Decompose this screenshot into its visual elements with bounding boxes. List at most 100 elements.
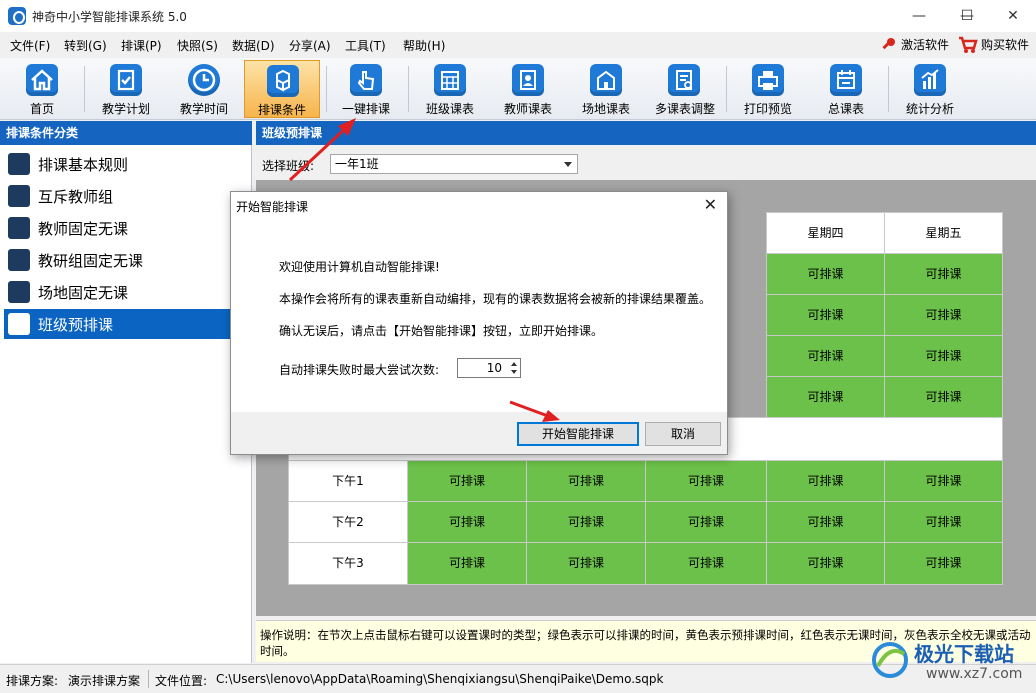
home-icon <box>26 64 58 96</box>
toolbar-multi-adjust-button[interactable]: 多课表调整 <box>646 60 724 118</box>
toolbar-class-schedule-button[interactable]: 班级课表 <box>412 60 488 118</box>
menu-data[interactable]: 数据(D) <box>232 37 275 54</box>
schedule-icon <box>830 64 862 96</box>
slot-cell[interactable]: 可排课 <box>766 501 885 543</box>
toolbar-venue-schedule-button[interactable]: 场地课表 <box>568 60 644 118</box>
building-icon <box>590 64 622 96</box>
watermark-url: www.xz7.com <box>926 666 1023 682</box>
slot-cell[interactable]: 可排课 <box>526 460 646 502</box>
app-logo-icon <box>8 7 26 25</box>
slot-cell[interactable]: 可排课 <box>884 501 1003 543</box>
title-bar: 神奇中小学智能排课系统 5.0 — <box>0 0 1036 32</box>
slot-cell[interactable]: 可排课 <box>766 376 885 418</box>
dialog-body: 欢迎使用计算机自动智能排课! 本操作会将所有的课表重新自动编排，现有的课表数据将… <box>231 218 727 412</box>
condition-category-list: 排课基本规则 互斥教师组 教师固定无课 教研组固定无课 场地固定无课 班级预排课 <box>0 145 252 663</box>
dialog-welcome-text: 欢迎使用计算机自动智能排课! <box>279 260 440 274</box>
menu-bar: 文件(F) 转到(G) 排课(P) 快照(S) 数据(D) 分享(A) 工具(T… <box>0 32 1036 58</box>
slot-cell[interactable]: 可排课 <box>526 542 646 585</box>
calendar-grid-icon <box>434 64 466 96</box>
day-header-thu: 星期四 <box>766 212 885 254</box>
venue-icon <box>8 281 30 303</box>
teacher-card-icon <box>512 64 544 96</box>
category-exclusive-teachers[interactable]: 互斥教师组 <box>4 181 250 211</box>
toolbar-print-preview-button[interactable]: 打印预览 <box>730 60 806 118</box>
slot-cell[interactable]: 可排课 <box>645 501 767 543</box>
toolbar-teacher-schedule-button[interactable]: 教师课表 <box>490 60 566 118</box>
window-title: 神奇中小学智能排课系统 5.0 <box>32 10 187 24</box>
slot-cell[interactable]: 可排课 <box>884 460 1003 502</box>
minimize-button-2[interactable]: — <box>896 0 942 32</box>
menu-file[interactable]: 文件(F) <box>10 37 50 54</box>
left-panel-header: 排课条件分类 <box>0 121 252 145</box>
class-select[interactable]: 一年1班 <box>330 154 578 174</box>
spin-up-icon[interactable] <box>511 362 517 366</box>
menu-goto[interactable]: 转到(G) <box>64 37 107 54</box>
menu-help[interactable]: 帮助(H) <box>403 37 445 54</box>
slot-cell[interactable]: 可排课 <box>884 542 1003 585</box>
chevron-down-icon <box>564 162 572 167</box>
cancel-button[interactable]: 取消 <box>645 422 721 446</box>
red-arrow-annotation <box>288 118 356 182</box>
slot-cell[interactable]: 可排课 <box>766 294 885 336</box>
auto-schedule-dialog: 开始智能排课 ✕ 欢迎使用计算机自动智能排课! 本操作会将所有的课表重新自动编排… <box>230 191 728 455</box>
retry-count-label: 自动排课失败时最大尝试次数: <box>279 363 440 377</box>
cube-icon <box>8 249 30 271</box>
category-class-preschedule[interactable]: 班级预排课 <box>4 309 250 339</box>
dialog-close-button[interactable]: ✕ <box>704 195 717 214</box>
slot-cell[interactable]: 可排课 <box>645 542 767 585</box>
slot-cell[interactable]: 可排课 <box>766 335 885 377</box>
slot-cell[interactable]: 可排课 <box>884 335 1003 377</box>
exclusive-teachers-icon <box>8 185 30 207</box>
bar-chart-icon <box>914 64 946 96</box>
slot-cell[interactable]: 可排课 <box>766 542 885 585</box>
day-header-fri: 星期五 <box>884 212 1003 254</box>
toolbar: 首页 教学计划 教学时间 排课条件 一键排课 班级课表 教师课表 场地课表 多课… <box>0 58 1036 120</box>
right-panel-header: 班级预排课 <box>256 121 1036 145</box>
app-window: 神奇中小学智能排课系统 5.0 — — ☐ ✕ 文件(F) 转到(G) 排课(P… <box>0 0 1036 693</box>
close-window-button[interactable]: ✕ <box>990 0 1036 32</box>
category-teacher-fixed-off[interactable]: 教师固定无课 <box>4 213 250 243</box>
slot-cell[interactable]: 可排课 <box>884 376 1003 418</box>
plan-label: 排课方案: <box>6 674 59 688</box>
toolbar-auto-schedule-button[interactable]: 一键排课 <box>328 60 404 118</box>
slot-cell[interactable]: 可排课 <box>884 294 1003 336</box>
spin-down-icon[interactable] <box>511 370 517 374</box>
maximize-button[interactable]: ☐ <box>944 0 990 32</box>
pointer-hand-icon <box>350 64 382 96</box>
toolbar-conditions-button[interactable]: 排课条件 <box>244 60 320 118</box>
slot-cell[interactable]: 可排课 <box>884 253 1003 295</box>
slot-cell[interactable]: 可排课 <box>766 253 885 295</box>
retry-count-spinner[interactable]: 10 <box>457 358 521 378</box>
slot-cell[interactable]: 可排课 <box>407 542 527 585</box>
toolbar-teaching-plan-button[interactable]: 教学计划 <box>88 60 164 118</box>
slot-cell[interactable]: 可排课 <box>766 460 885 502</box>
slot-cell[interactable]: 可排课 <box>526 501 646 543</box>
dialog-instruction-text: 确认无误后，请点击【开始智能排课】按钮，立即开始排课。 <box>279 324 604 338</box>
toolbar-teaching-time-button[interactable]: 教学时间 <box>166 60 242 118</box>
printer-icon <box>752 64 784 96</box>
toolbar-master-schedule-button[interactable]: 总课表 <box>808 60 884 118</box>
cubes-icon <box>267 65 299 97</box>
file-location-value: C:\Users\lenovo\AppData\Roaming\Shenqixi… <box>216 672 664 686</box>
category-basic-rules[interactable]: 排课基本规则 <box>4 149 250 179</box>
slot-cell[interactable]: 可排课 <box>407 460 527 502</box>
menu-tools[interactable]: 工具(T) <box>345 37 386 54</box>
teacher-icon <box>8 217 30 239</box>
category-venue-fixed-off[interactable]: 场地固定无课 <box>4 277 250 307</box>
toolbar-statistics-button[interactable]: 统计分析 <box>892 60 968 118</box>
book-icon <box>8 313 30 335</box>
activate-software-link[interactable]: 激活软件 <box>901 36 949 53</box>
adjust-sheet-icon <box>668 64 700 96</box>
toolbar-home-button[interactable]: 首页 <box>4 60 80 118</box>
clock-icon <box>188 64 220 96</box>
retry-count-value: 10 <box>486 361 502 375</box>
buy-software-link[interactable]: 购买软件 <box>981 36 1029 53</box>
category-group-fixed-off[interactable]: 教研组固定无课 <box>4 245 250 275</box>
slot-cell[interactable]: 可排课 <box>645 460 767 502</box>
rules-icon <box>8 153 30 175</box>
menu-snapshot[interactable]: 快照(S) <box>177 37 218 54</box>
menu-share[interactable]: 分享(A) <box>289 37 331 54</box>
menu-schedule[interactable]: 排课(P) <box>121 37 162 54</box>
plan-value: 演示排课方案 <box>68 674 141 688</box>
slot-cell[interactable]: 可排课 <box>407 501 527 543</box>
